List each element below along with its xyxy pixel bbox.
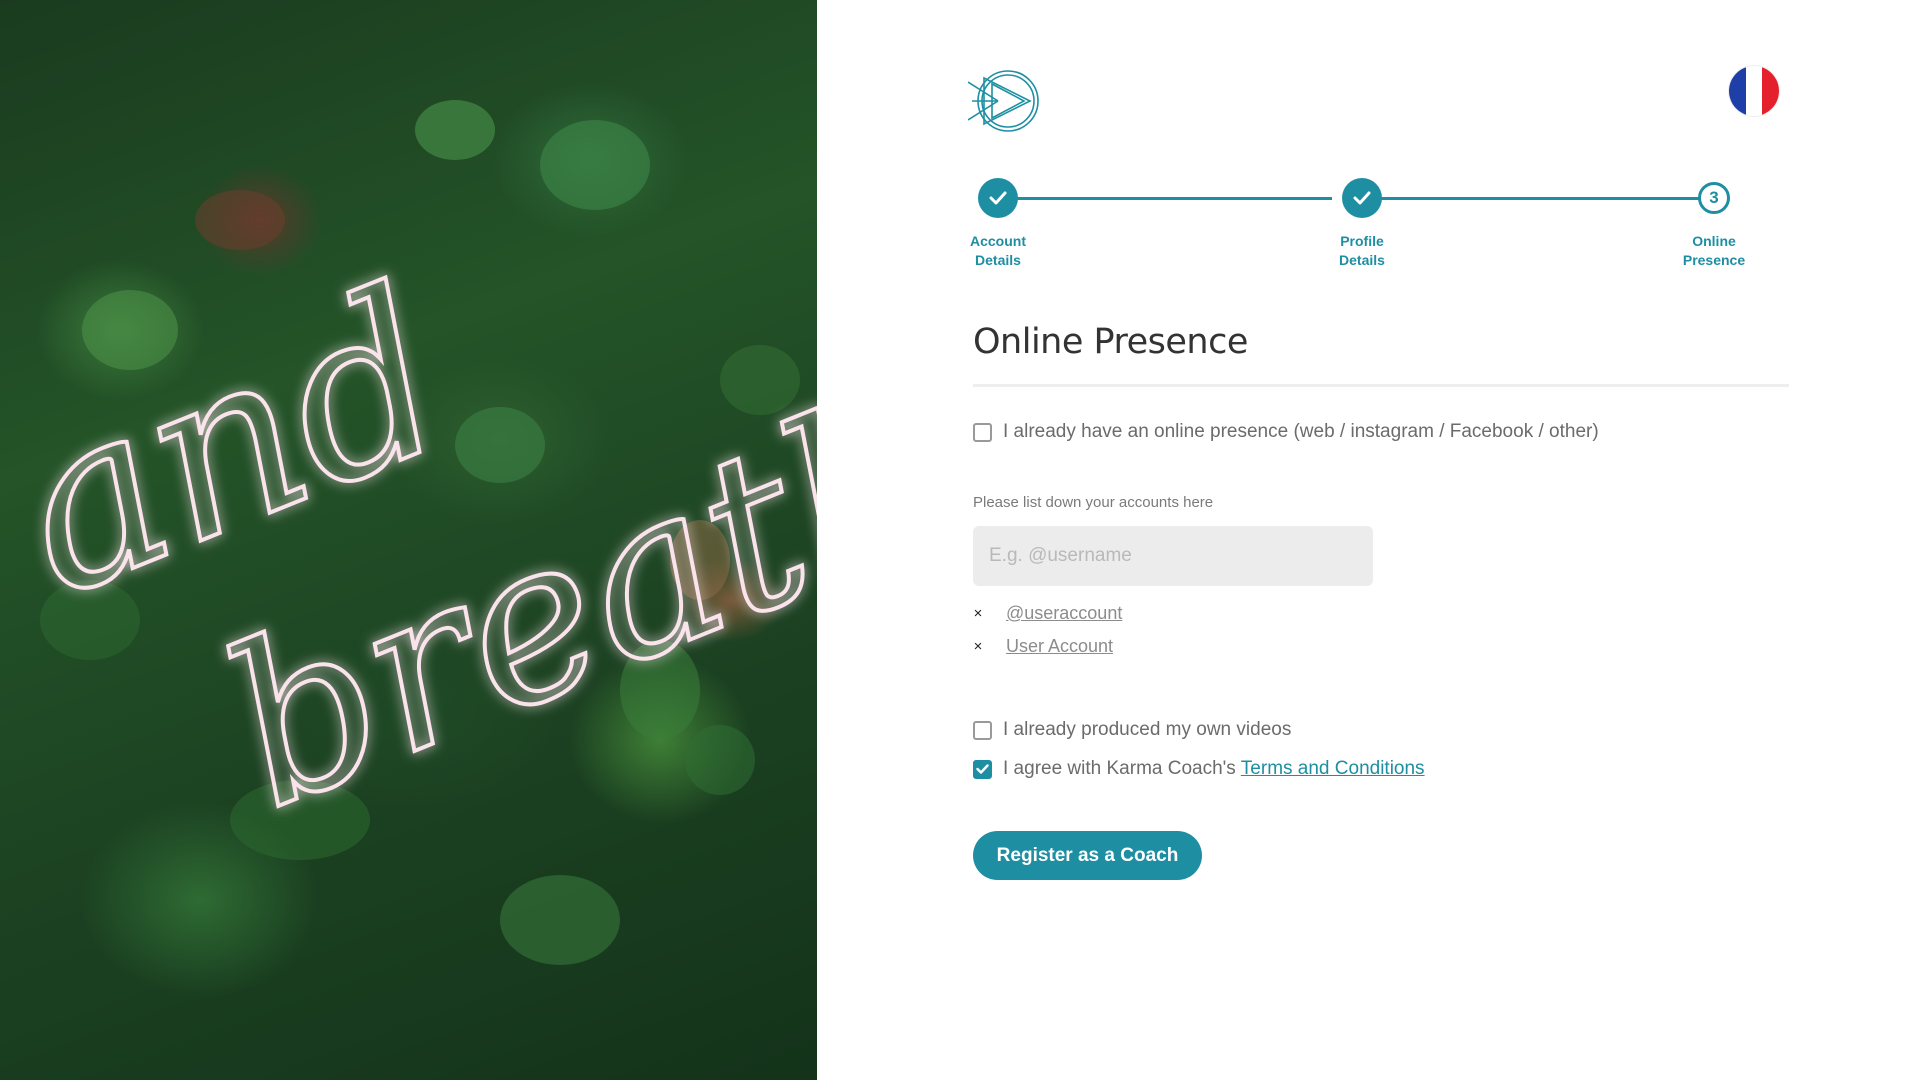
- step-3-number: 3: [1709, 188, 1719, 207]
- account-item: × User Account: [970, 636, 1113, 657]
- title-divider: [973, 384, 1789, 387]
- flag-blue-stripe: [1729, 66, 1746, 116]
- own-videos-option[interactable]: I already produced my own videos: [973, 719, 1291, 741]
- step-3-current: 3: [1698, 182, 1730, 214]
- step-1-done-icon: [978, 178, 1018, 218]
- account-name[interactable]: User Account: [1006, 636, 1113, 657]
- accounts-input[interactable]: [973, 526, 1373, 586]
- checkmark-icon: [1353, 191, 1371, 205]
- checkmark-icon: [989, 191, 1007, 205]
- step-2-done-icon: [1342, 178, 1382, 218]
- progress-stepper: Account Details Profile Details 3 Online…: [968, 176, 1752, 286]
- online-presence-label: I already have an online presence (web /…: [1003, 421, 1599, 442]
- step-1-label: Account Details: [970, 233, 1026, 268]
- remove-account-icon[interactable]: ×: [970, 638, 986, 655]
- terms-and-conditions-link[interactable]: Terms and Conditions: [1241, 758, 1425, 780]
- step-2-label: Profile Details: [1339, 233, 1385, 268]
- remove-account-icon[interactable]: ×: [970, 605, 986, 622]
- page-title: Online Presence: [973, 322, 1248, 362]
- terms-option[interactable]: I agree with Karma Coach's Terms and Con…: [973, 758, 1425, 780]
- checkmark-icon: [976, 764, 989, 774]
- language-selector[interactable]: [1729, 66, 1779, 116]
- register-coach-button[interactable]: Register as a Coach: [973, 831, 1202, 880]
- own-videos-checkbox[interactable]: [973, 720, 992, 740]
- online-presence-option[interactable]: I already have an online presence (web /…: [973, 421, 1599, 443]
- stepper-line-2: [1372, 197, 1702, 200]
- stepper-line-1: [1008, 197, 1332, 200]
- own-videos-label: I already produced my own videos: [1003, 719, 1292, 740]
- neon-sign: and breathe: [0, 237, 817, 859]
- account-name[interactable]: @useraccount: [1006, 603, 1122, 624]
- online-presence-checkbox[interactable]: [973, 422, 992, 442]
- brand-logo[interactable]: [967, 68, 1044, 134]
- hero-image: and breathe: [0, 0, 817, 1080]
- terms-checkbox[interactable]: [973, 759, 992, 779]
- accounts-hint: Please list down your accounts here: [973, 494, 1214, 511]
- terms-label: I agree with Karma Coach's: [1003, 758, 1236, 779]
- step-3-label: Online Presence: [1682, 233, 1746, 268]
- flag-white-stripe: [1745, 66, 1763, 116]
- flag-red-stripe: [1762, 66, 1779, 116]
- account-item: × @useraccount: [970, 603, 1123, 624]
- play-triangle-logo-icon: [967, 70, 1039, 132]
